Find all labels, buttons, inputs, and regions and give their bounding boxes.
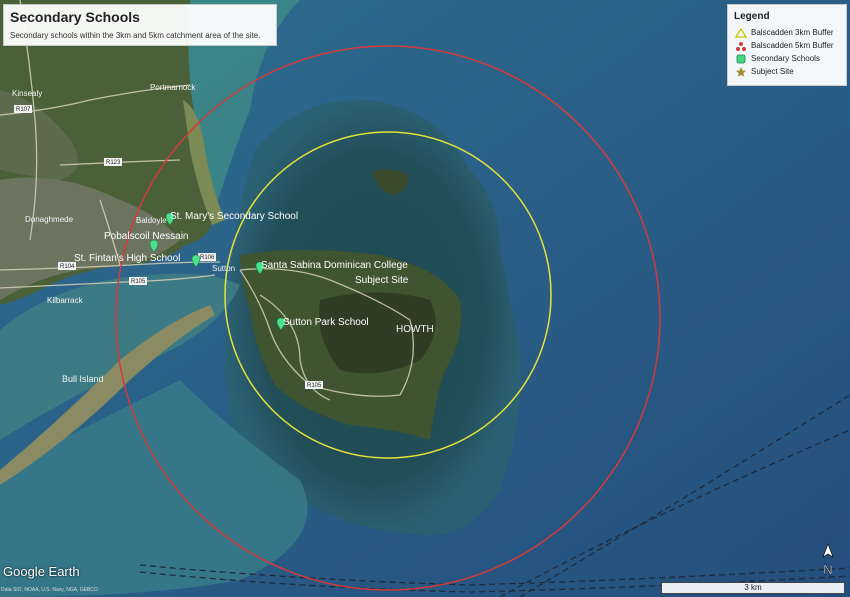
svg-text:R106: R106	[200, 255, 215, 261]
road-label-r105-howth: R105	[305, 381, 323, 389]
satellite-map[interactable]: Kinsealy Portmarnock Donaghmede Baldoyle…	[0, 0, 850, 597]
road-label-r105-west: R105	[129, 277, 147, 285]
road-label-r106: R106	[198, 253, 216, 261]
place-label-donaghmede: Donaghmede	[25, 215, 74, 224]
place-label-kinsealy: Kinsealy	[12, 89, 42, 98]
buffer-3km-symbol-icon	[734, 27, 748, 38]
place-label-sutton: Sutton	[212, 264, 235, 273]
place-label-howth: HOWTH	[396, 324, 434, 335]
school-label: St. Mary's Secondary School	[170, 211, 298, 222]
data-credits: Data SIO, NOAA, U.S. Navy, NGA, GEBCO	[1, 587, 98, 593]
road-label-r123: R123	[104, 158, 122, 166]
legend-item-subject-site: Subject Site	[734, 66, 844, 78]
map-title: Secondary Schools	[10, 9, 140, 25]
legend-item-secondary-schools: Secondary Schools	[734, 53, 844, 65]
buffer-5km-symbol-icon	[736, 42, 746, 51]
map-subtitle: Secondary schools within the 3km and 5km…	[10, 31, 261, 40]
place-label-bull-island: Bull Island	[62, 374, 104, 384]
school-label: Sutton Park School	[283, 317, 369, 328]
subject-site-label: Subject Site	[355, 275, 409, 286]
school-label: Santa Sabina Dominican College	[261, 260, 408, 271]
svg-text:R104: R104	[60, 264, 75, 270]
road-label-r107: R107	[14, 105, 32, 113]
legend-panel: Legend Balscadden 3km Buffer Balscadden …	[727, 4, 847, 86]
place-label-baldoyle: Baldoyle	[136, 216, 167, 225]
scale-bar-label: 3 km	[744, 583, 762, 592]
legend-item-5km-buffer: Balscadden 5km Buffer	[734, 40, 844, 52]
school-symbol-icon	[736, 54, 746, 64]
north-arrow-icon: N	[822, 543, 834, 577]
legend-item-3km-buffer: Balscadden 3km Buffer	[734, 27, 844, 39]
north-arrow-label: N	[823, 562, 832, 577]
scale-bar: 3 km	[661, 582, 845, 594]
star-icon	[736, 67, 746, 77]
svg-text:R105: R105	[131, 279, 146, 285]
map-title-box: Secondary Schools Secondary schools with…	[3, 4, 277, 46]
school-label: Pobalscoil Nessain	[104, 231, 189, 242]
place-label-kilbarrack: Kilbarrack	[47, 296, 84, 305]
svg-text:R107: R107	[16, 107, 31, 113]
place-label-portmarnock: Portmarnock	[150, 83, 196, 92]
school-label: St. Fintan's High School	[74, 253, 180, 264]
svg-text:R123: R123	[106, 160, 121, 166]
svg-text:R105: R105	[307, 383, 322, 389]
legend-title: Legend	[734, 11, 770, 22]
google-earth-logo: Google Earth	[3, 564, 80, 579]
subject-site-marker[interactable]: Subject Site	[355, 275, 409, 286]
